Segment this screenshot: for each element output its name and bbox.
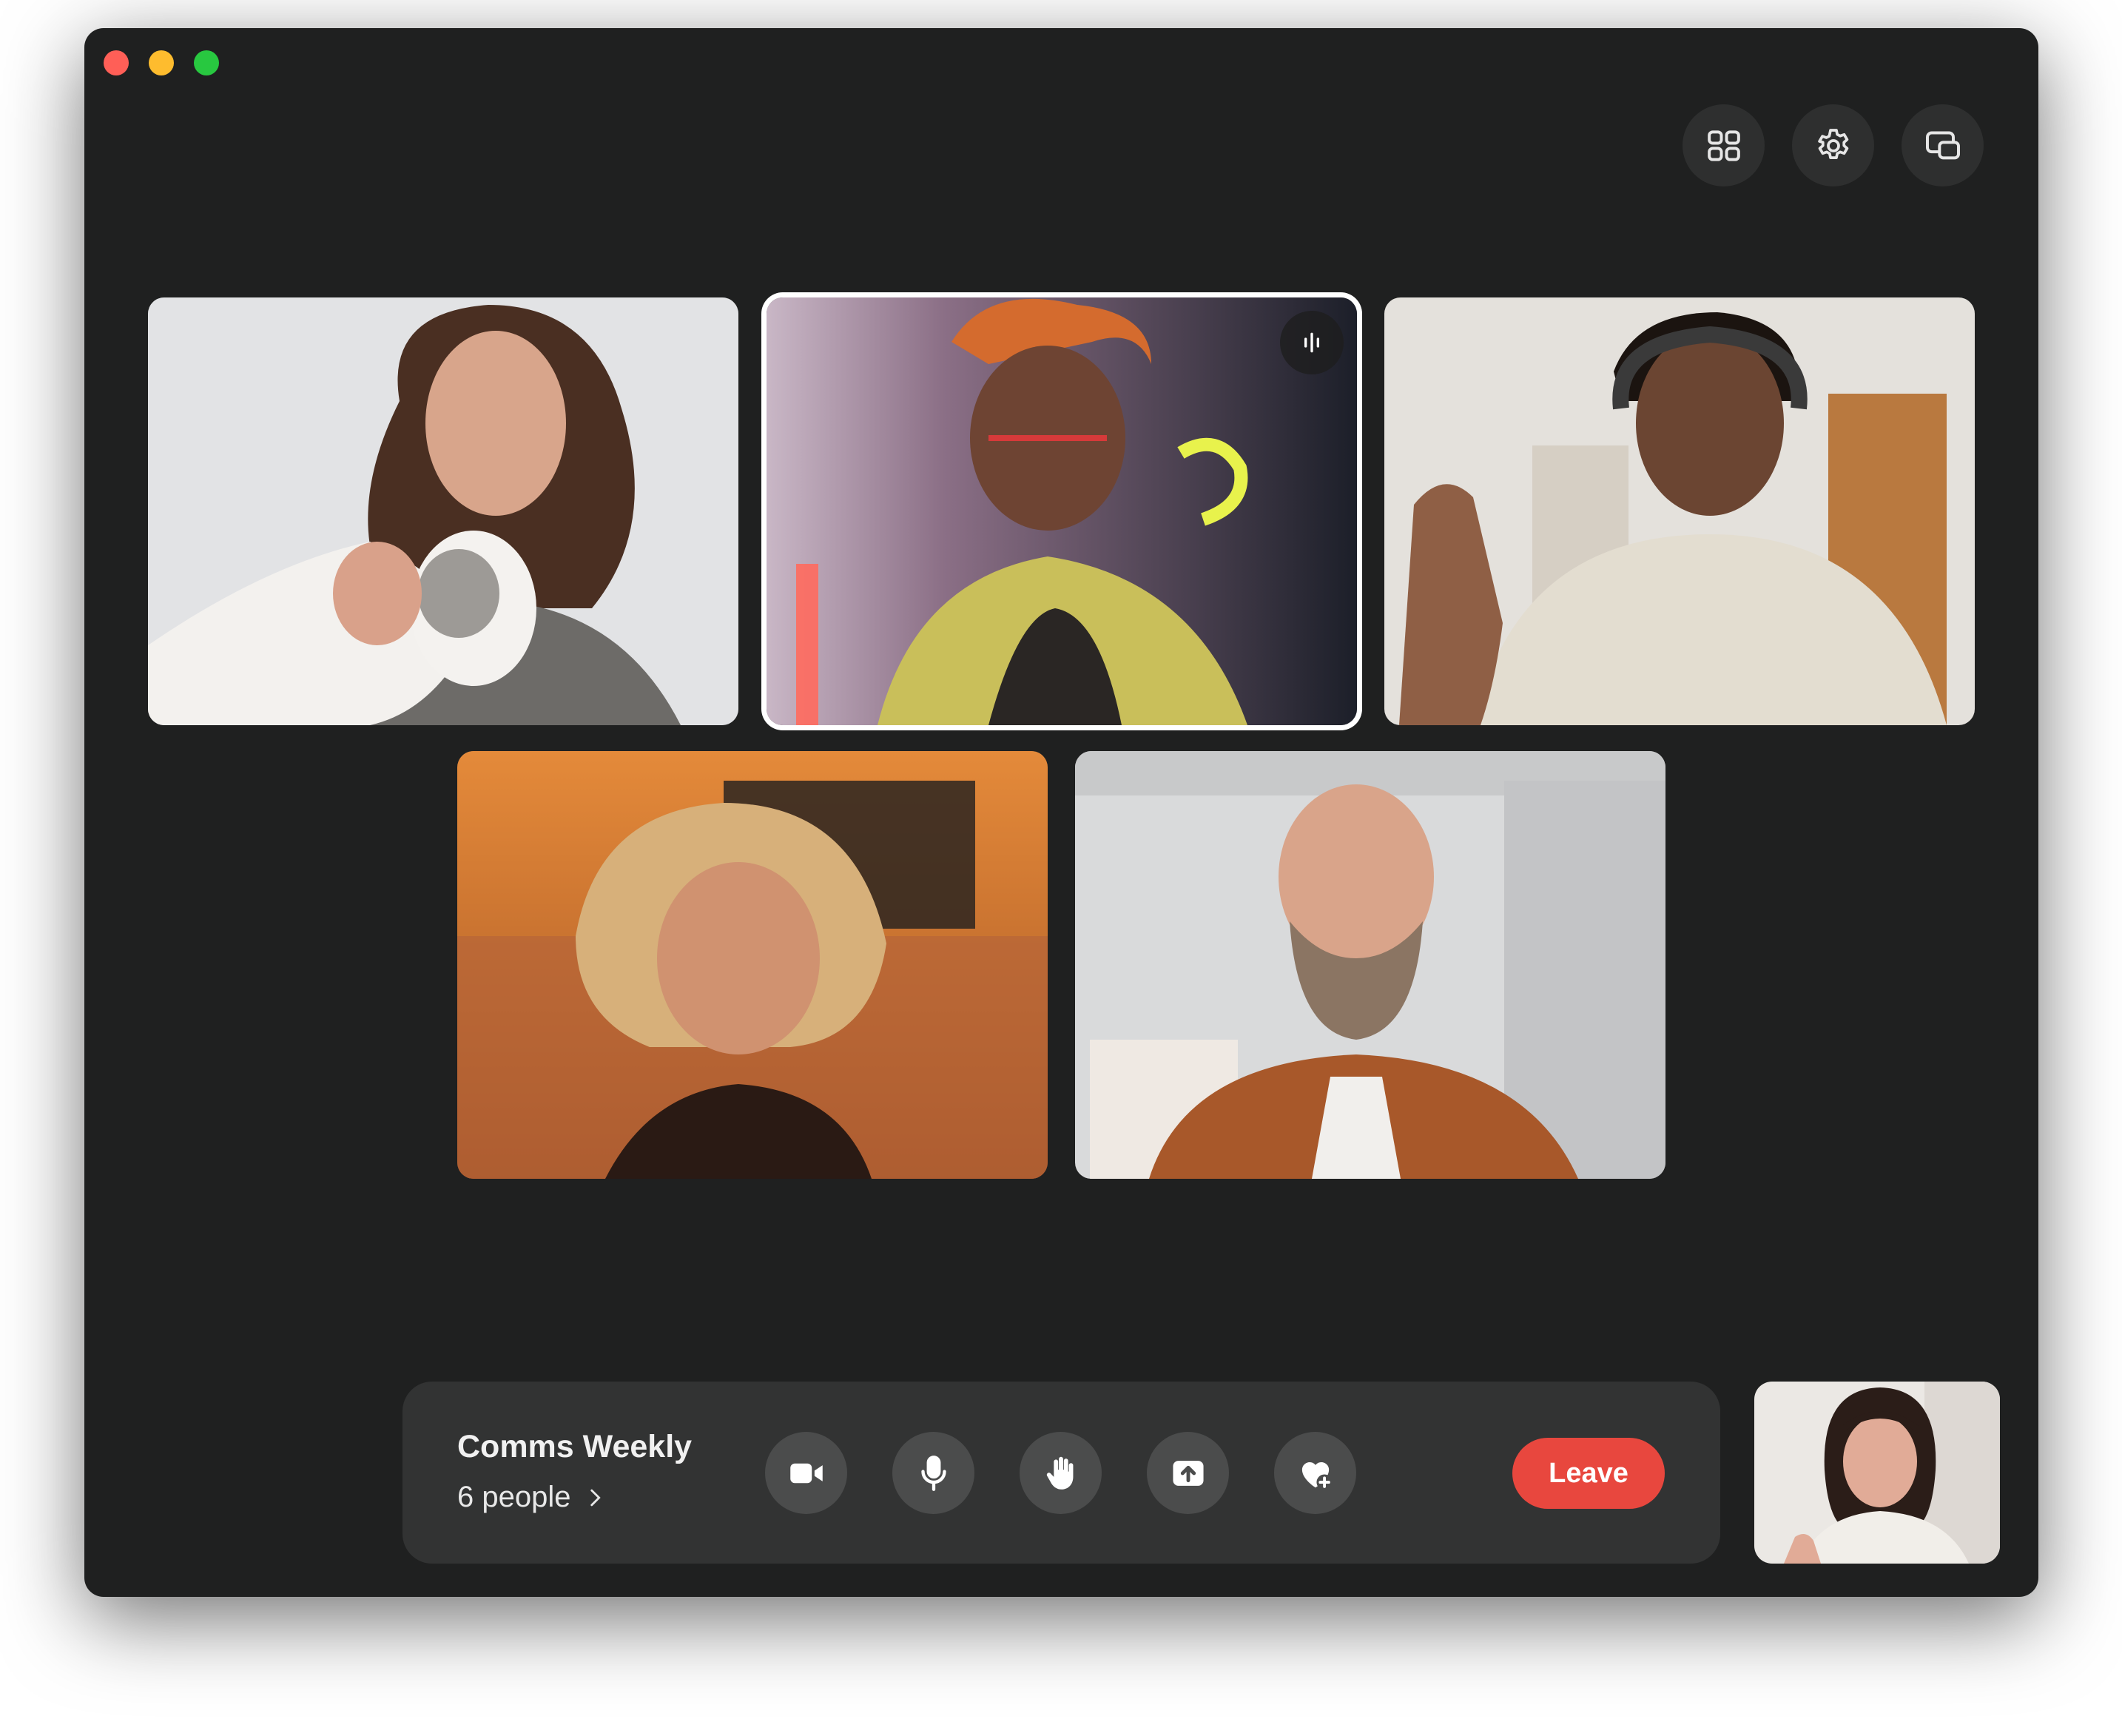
leave-call-button[interactable]: Leave <box>1512 1438 1665 1509</box>
gear-icon <box>1817 128 1848 159</box>
microphone-icon <box>920 1455 946 1491</box>
react-button[interactable] <box>1274 1432 1356 1514</box>
participants-link[interactable]: 6 people <box>457 1481 607 1514</box>
app-window: Comms Weekly 6 people Leave <box>84 28 2038 1597</box>
grid-icon <box>1707 129 1740 161</box>
participant-tile-3[interactable] <box>1384 297 1975 725</box>
participant-video-5 <box>1075 751 1665 1179</box>
participant-tile-2[interactable] <box>767 297 1357 725</box>
call-controls <box>765 1432 1356 1514</box>
pip-icon <box>1925 131 1960 159</box>
speaking-indicator <box>1280 311 1344 374</box>
raise-hand-button[interactable] <box>1020 1432 1102 1514</box>
meeting-title: Comms Weekly <box>457 1429 693 1464</box>
participant-video-4 <box>457 751 1048 1179</box>
grid-layout-button[interactable] <box>1683 104 1765 186</box>
chevron-right-icon <box>590 1489 602 1506</box>
participant-video-2 <box>767 297 1357 725</box>
hand-icon <box>1046 1456 1073 1490</box>
video-camera-icon <box>789 1463 823 1483</box>
window-controls <box>104 50 219 75</box>
self-view-video <box>1754 1382 2000 1564</box>
picture-in-picture-button[interactable] <box>1902 104 1984 186</box>
participant-video-1 <box>148 297 738 725</box>
heart-plus-icon <box>1301 1461 1333 1490</box>
maximize-window-button[interactable] <box>194 50 219 75</box>
self-view-thumbnail[interactable] <box>1754 1382 2000 1564</box>
share-screen-button[interactable] <box>1147 1432 1229 1514</box>
close-window-button[interactable] <box>104 50 129 75</box>
participant-tile-4[interactable] <box>457 751 1048 1179</box>
minimize-window-button[interactable] <box>149 50 174 75</box>
microphone-button[interactable] <box>892 1432 974 1514</box>
audio-waveform-icon <box>1304 332 1319 353</box>
participant-tile-1[interactable] <box>148 297 738 725</box>
participant-count: 6 people <box>457 1481 571 1513</box>
camera-button[interactable] <box>765 1432 847 1514</box>
share-upload-icon <box>1172 1460 1204 1486</box>
participant-video-3 <box>1384 297 1975 725</box>
participant-tile-5[interactable] <box>1075 751 1665 1179</box>
top-toolbar <box>1683 104 1984 186</box>
settings-button[interactable] <box>1792 104 1874 186</box>
call-control-bar: Comms Weekly 6 people Leave <box>402 1382 1720 1564</box>
